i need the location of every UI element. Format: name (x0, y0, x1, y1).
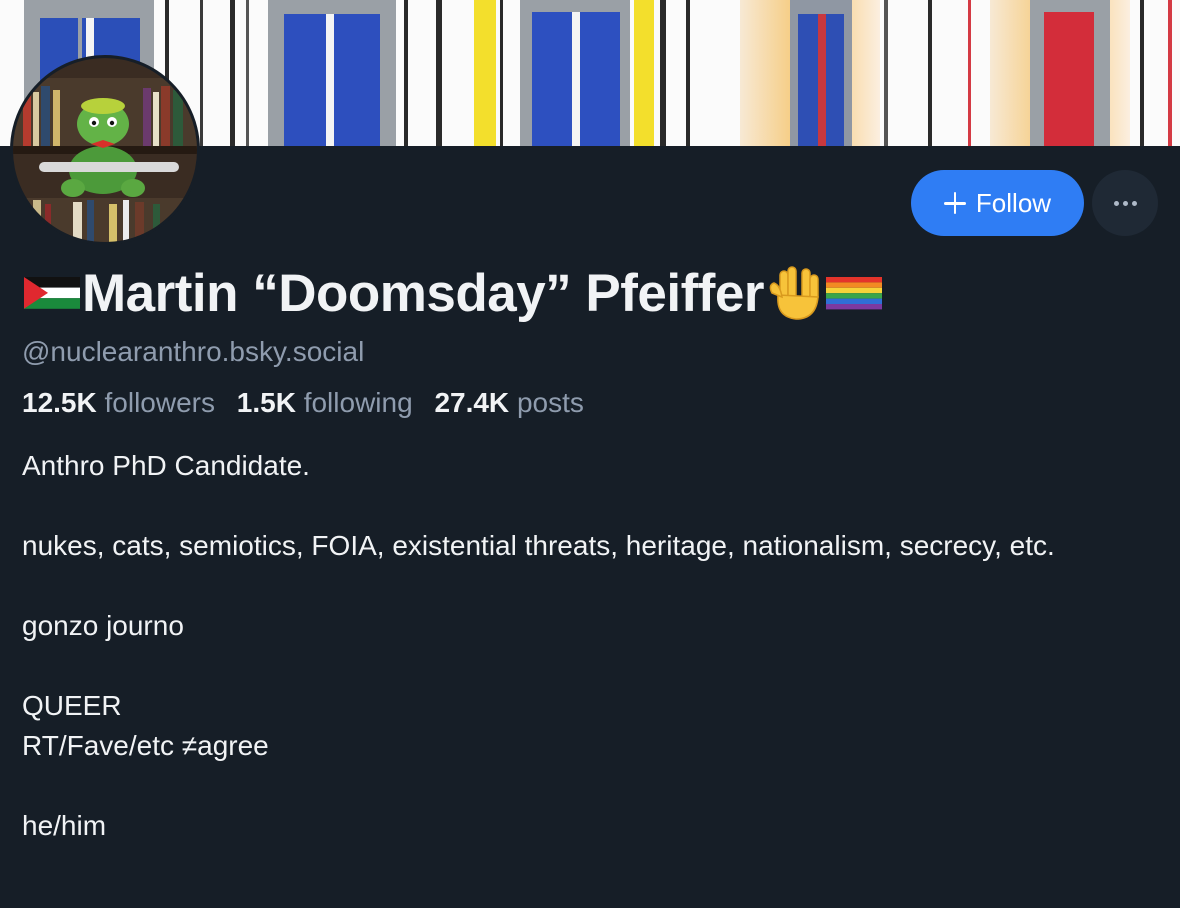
avatar-image (13, 58, 197, 242)
display-name: Martin “Doomsday” Pfeiffer (82, 263, 765, 323)
bio-line: Anthro PhD Candidate. (22, 450, 310, 481)
profile-page: Follow Martin “Doomsday” Pfeiffer @nucle… (0, 0, 1180, 908)
vulcan-salute-icon (769, 266, 819, 320)
ellipsis-icon (1113, 200, 1137, 206)
profile-bio: Anthro PhD Candidate. nukes, cats, semio… (22, 446, 1152, 846)
palestine-flag-icon (24, 277, 80, 309)
followers-stat[interactable]: 12.5K followers (22, 387, 215, 418)
posts-count: 27.4K (434, 387, 510, 418)
more-options-button[interactable] (1092, 170, 1158, 236)
followers-label: followers (104, 387, 215, 418)
following-count: 1.5K (236, 387, 296, 418)
following-label: following (303, 387, 413, 418)
followers-count: 12.5K (22, 387, 97, 418)
avatar[interactable] (10, 55, 200, 245)
rainbow-flag-icon (826, 277, 883, 310)
follow-button[interactable]: Follow (911, 170, 1084, 236)
profile-handle[interactable]: @nuclearanthro.bsky.social (22, 336, 364, 368)
bio-line: QUEER (22, 690, 122, 721)
profile-stats: 12.5K followers 1.5K following 27.4K pos… (22, 387, 598, 419)
posts-stat: 27.4K posts (434, 387, 583, 418)
bio-line: RT/Fave/etc ≠agree (22, 730, 269, 761)
following-stat[interactable]: 1.5K following (237, 387, 413, 418)
bio-line: gonzo journo (22, 610, 184, 641)
follow-button-label: Follow (975, 187, 1052, 218)
display-name-row: Martin “Doomsday” Pfeiffer (24, 258, 883, 328)
bio-line: nukes, cats, semiotics, FOIA, existentia… (22, 530, 1055, 561)
posts-label: posts (516, 387, 584, 418)
bio-line: he/him (22, 810, 107, 841)
plus-icon (943, 192, 966, 214)
